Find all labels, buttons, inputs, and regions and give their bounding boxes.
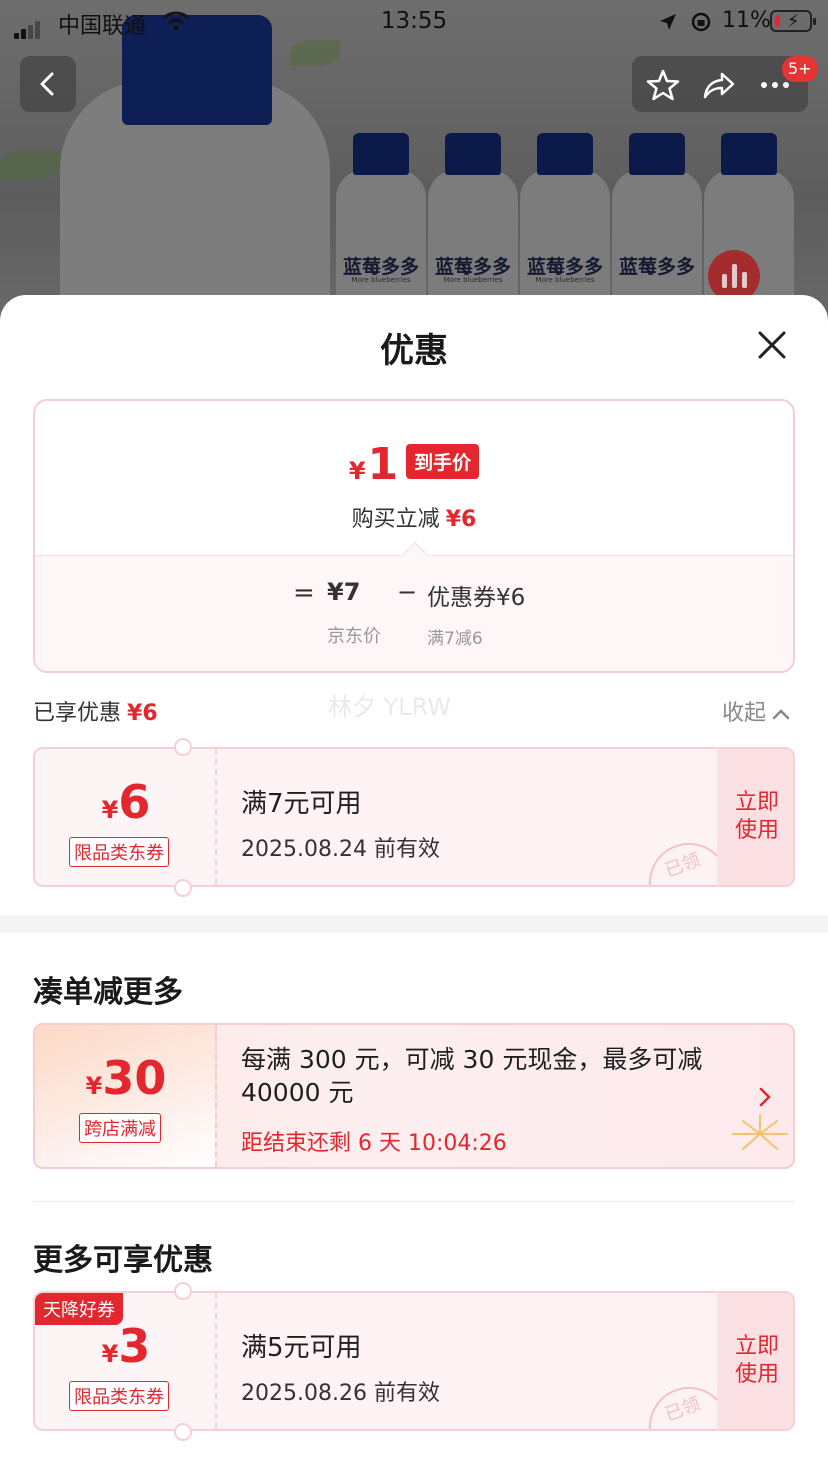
minus-sign: −	[397, 578, 418, 606]
chevron-left-icon	[40, 72, 54, 96]
coupon-amount: 6	[118, 775, 151, 829]
buy-reduce-value: ¥6	[445, 507, 477, 532]
use-now-line1: 立即	[734, 790, 779, 815]
equals-sign: =	[293, 578, 315, 608]
bottle-brand-sub: More blueberries	[351, 276, 411, 284]
coupon-type: 限品类东券	[69, 837, 169, 867]
promo-amount-panel: ¥30 跨店满减	[35, 1025, 217, 1167]
coupon-condition: 满7减6	[427, 629, 483, 649]
promo-countdown: 距结束还剩 6 天 10:04:26	[241, 1131, 507, 1156]
bottle-brand-sub: More blueberries	[535, 276, 595, 284]
battery-icon: ⚡	[770, 10, 816, 32]
coupon-condition: 满7元可用	[241, 789, 362, 819]
promo-currency: ¥	[85, 1072, 103, 1100]
use-now-line2: 使用	[734, 818, 779, 843]
coupon-currency: ¥	[101, 796, 119, 824]
watermark: 林夕 YLRW	[328, 693, 452, 721]
use-now-button[interactable]: 立即 使用	[717, 749, 793, 885]
product-bottle-small-cap	[353, 133, 409, 175]
promo-type: 跨店满减	[79, 1113, 161, 1143]
price-breakdown: = ¥7 京东价 − 优惠券¥6 满7减6	[35, 541, 793, 671]
message-badge: 5+	[782, 56, 818, 82]
coupon-type: 限品类东券	[69, 1381, 169, 1411]
bottle-brand-label: 蓝莓多多	[618, 256, 695, 278]
section-divider	[0, 915, 828, 933]
battery-percent: 11%	[722, 8, 771, 33]
enjoyed-value: ¥6	[127, 701, 158, 726]
firework-decor-icon	[732, 1114, 788, 1150]
close-icon[interactable]	[754, 327, 790, 363]
coupon-amount-panel: ¥6 限品类东券	[35, 749, 217, 885]
coupon-expiry: 2025.08.24 前有效	[241, 837, 440, 862]
final-price-tag: 到手价	[406, 444, 480, 479]
product-image-backdrop: 蓝莓多多 More blueberries 蓝莓多多 More blueberr…	[0, 0, 828, 330]
use-now-line1: 立即	[734, 1334, 779, 1359]
final-price-value: 1	[367, 439, 399, 490]
jd-price-label: 京东价	[327, 626, 381, 647]
coupon-notch	[174, 879, 192, 897]
use-now-line2: 使用	[734, 1362, 779, 1387]
coupon-deduction: 优惠券¥6	[427, 585, 526, 611]
bottle-brand-label: 蓝莓多多	[526, 256, 603, 278]
use-now-button[interactable]: 立即 使用	[717, 1293, 793, 1429]
coupon-badge: 天降好券	[35, 1293, 123, 1325]
section-title-more-benefits: 更多可享优惠	[33, 1243, 213, 1278]
final-price: ¥1 到手价	[35, 439, 793, 490]
coupon-notch	[174, 1423, 192, 1441]
jd-price: ¥7	[327, 578, 361, 606]
discount-sheet: 优惠 ¥1 到手价 购买立减 ¥6 = ¥7 京东价 − 优惠券¥6 满7减6 已享…	[0, 295, 828, 1472]
coupon-notch	[174, 738, 192, 756]
status-bar: 中国联通 13:55 11% ⚡	[0, 0, 828, 44]
leaf-decor	[0, 150, 60, 180]
chevron-right-icon	[759, 1087, 771, 1107]
coupon-card[interactable]: 天降好券 ¥3 限品类东券 满5元可用 2025.08.26 前有效 已领 立即…	[33, 1291, 795, 1431]
bottle-brand-sub: More blueberries	[443, 276, 503, 284]
promo-description: 每满 300 元，可减 30 元现金，最多可减 40000 元	[241, 1045, 703, 1107]
collapse-label: 收起	[722, 701, 767, 726]
location-arrow-icon	[660, 14, 676, 30]
product-bottle-small-cap	[537, 133, 593, 175]
product-bottle-small-cap	[629, 133, 685, 175]
product-bottle-small-cap	[445, 133, 501, 175]
bottle-brand-label: 蓝莓多多	[342, 256, 419, 278]
sheet-title: 优惠	[380, 331, 448, 371]
section-title-more-orders: 凑单减更多	[33, 975, 183, 1010]
enjoyed-label: 已享优惠	[33, 701, 122, 726]
coupon-card[interactable]: ¥6 限品类东券 满7元可用 2025.08.24 前有效 已领 立即 使用	[33, 747, 795, 887]
price-summary-card: ¥1 到手价 购买立减 ¥6 = ¥7 京东价 − 优惠券¥6 满7减6	[33, 399, 795, 673]
currency-symbol: ¥	[348, 457, 366, 485]
back-button[interactable]	[20, 56, 76, 112]
coupon-expiry: 2025.08.26 前有效	[241, 1381, 440, 1406]
coupon-notch	[174, 1282, 192, 1300]
promo-amount: 30	[102, 1051, 167, 1105]
chevron-up-icon	[772, 709, 790, 720]
share-icon[interactable]	[702, 68, 736, 102]
rotation-lock-icon	[691, 12, 711, 32]
coupon-currency: ¥	[101, 1340, 119, 1368]
cross-store-promo[interactable]: ¥30 跨店满减 每满 300 元，可减 30 元现金，最多可减 40000 元…	[33, 1023, 795, 1169]
star-favorite-icon[interactable]	[646, 68, 680, 102]
divider	[33, 1201, 795, 1202]
coupon-amount: 3	[118, 1319, 151, 1373]
collapse-button[interactable]: 收起	[722, 695, 790, 727]
enjoyed-discount: 已享优惠 ¥6	[33, 695, 158, 727]
buy-reduce-label: 购买立减	[351, 507, 440, 532]
buy-reduce-row: 购买立减 ¥6	[35, 501, 793, 533]
product-bottle-small-cap	[721, 133, 777, 175]
coupon-condition: 满5元可用	[241, 1333, 362, 1363]
bottle-brand-label: 蓝莓多多	[434, 256, 511, 278]
